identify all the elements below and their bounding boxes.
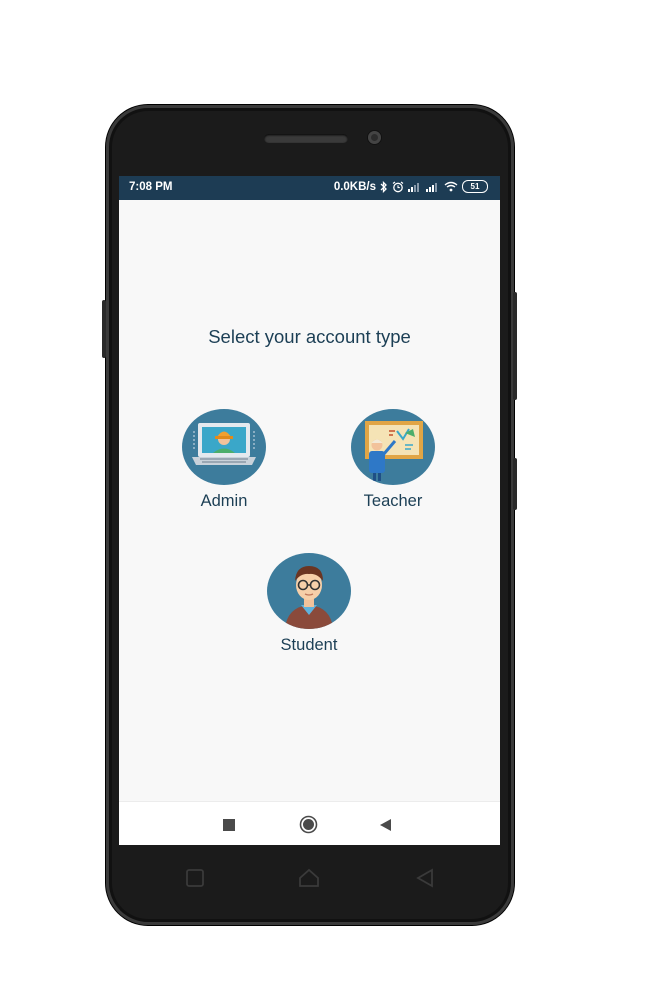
hardware-back-icon[interactable]	[415, 868, 435, 893]
student-avatar	[267, 553, 351, 629]
screen: 7:08 PM 0.0KB/s 51 Select your account t…	[119, 176, 500, 845]
status-icons: 0.0KB/s 51	[334, 180, 488, 193]
admin-label: Admin	[200, 492, 248, 510]
signal-icon-1	[408, 182, 422, 192]
alarm-icon	[392, 181, 404, 193]
signal-icon-2	[426, 182, 440, 192]
left-side-button	[102, 300, 106, 358]
student-icon	[285, 566, 333, 629]
admin-option[interactable]: Admin	[169, 409, 279, 511]
status-time: 7:08 PM	[129, 181, 173, 193]
hardware-recents-icon[interactable]	[185, 868, 205, 893]
status-bar: 7:08 PM 0.0KB/s 51	[119, 176, 500, 200]
recents-square-icon[interactable]	[223, 818, 235, 836]
hardware-home-icon[interactable]	[298, 868, 320, 893]
teacher-avatar	[351, 409, 435, 485]
battery-icon: 51	[462, 180, 488, 193]
student-label: Student	[280, 636, 338, 654]
teacher-label: Teacher	[363, 492, 423, 510]
back-triangle-icon[interactable]	[379, 818, 391, 836]
admin-avatar	[182, 409, 266, 485]
wifi-icon	[444, 181, 458, 192]
home-circle-icon[interactable]	[299, 815, 318, 839]
admin-icon	[192, 423, 256, 465]
volume-button	[513, 458, 517, 510]
teacher-icon	[365, 421, 423, 481]
bluetooth-icon	[380, 180, 388, 193]
navigation-bar	[119, 801, 500, 845]
net-speed: 0.0KB/s	[333, 180, 376, 193]
earpiece-speaker	[264, 134, 348, 143]
page-title: Select your account type	[208, 326, 411, 347]
student-option[interactable]: Student	[254, 553, 364, 655]
front-camera	[368, 131, 381, 144]
power-button	[513, 292, 517, 400]
teacher-option[interactable]: Teacher	[338, 409, 448, 511]
